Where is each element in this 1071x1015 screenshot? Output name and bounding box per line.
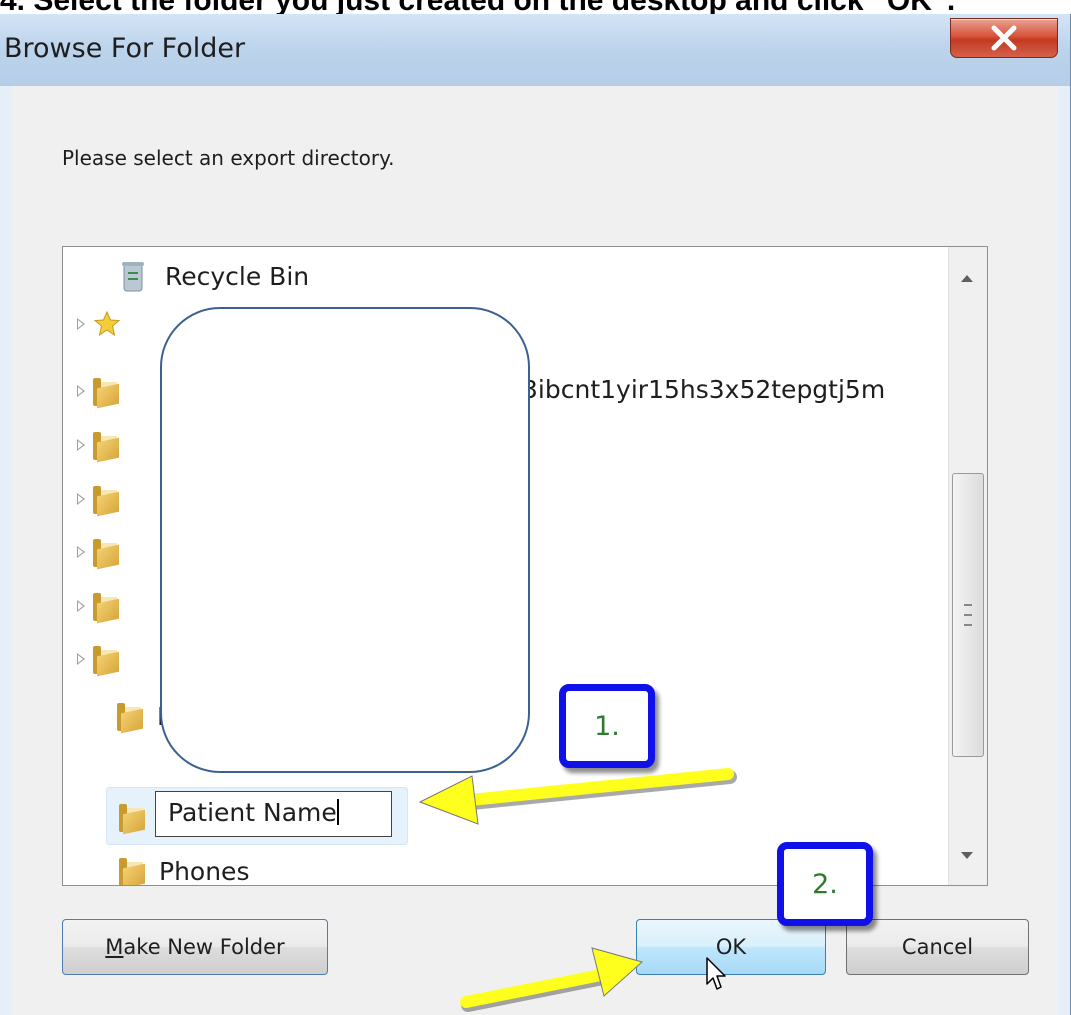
tree-item-patient-name[interactable] (119, 793, 159, 841)
step-1-label: 1. (594, 710, 620, 742)
step-2-label: 2. (812, 868, 838, 900)
dialog-prompt: Please select an export directory. (62, 146, 395, 170)
step-2-callout: 2. (777, 842, 873, 926)
folder-icon (93, 537, 119, 570)
tree-item-folder[interactable] (75, 582, 133, 630)
cancel-button[interactable]: Cancel (846, 919, 1029, 975)
scroll-down-arrow-icon[interactable] (961, 852, 973, 859)
scrollbar-thumb[interactable] (952, 473, 984, 757)
tree-item-folder[interactable]: s3ibcnt1yir15hs3x52tepgtj5m (75, 367, 885, 415)
expand-arrow-icon[interactable] (77, 439, 85, 451)
folder-icon (119, 856, 145, 885)
make-new-folder-label: ake New Folder (123, 935, 285, 959)
tree-item-label: Recycle Bin (165, 261, 310, 291)
dialog-title: Browse For Folder (4, 33, 246, 64)
rename-input-value: Patient Name (168, 798, 337, 827)
step-1-callout: 1. (559, 684, 655, 768)
arrow-to-folder-icon (418, 768, 737, 825)
tree-item-folder[interactable] (75, 421, 133, 469)
mouse-cursor-icon (706, 957, 726, 990)
tree-item-favorites[interactable] (75, 300, 121, 348)
tree-item-folder[interactable] (75, 475, 133, 523)
ok-button[interactable]: OK (636, 919, 826, 975)
arrow-to-ok-icon (460, 947, 644, 1012)
tree-item-label: s3ibcnt1yir15hs3x52tepgtj5m (509, 375, 886, 404)
dialog-titlebar[interactable]: Browse For Folder (0, 14, 1070, 86)
folder-icon (93, 591, 119, 624)
expand-arrow-icon[interactable] (77, 546, 85, 558)
expand-arrow-icon[interactable] (77, 385, 85, 397)
grip-icon (964, 604, 972, 626)
tree-item-phones[interactable]: Phones (119, 847, 250, 886)
recycle-bin-icon (122, 262, 144, 292)
scroll-up-arrow-icon[interactable] (961, 275, 973, 282)
folder-icon (93, 430, 119, 463)
folder-icon (93, 376, 119, 409)
tree-item-recycle-bin[interactable]: Recycle Bin (119, 252, 309, 300)
mnemonic-letter: M (105, 935, 124, 959)
close-icon (991, 25, 1017, 51)
text-caret (336, 799, 339, 825)
folder-icon (93, 644, 119, 677)
cancel-label: Cancel (901, 935, 974, 959)
tree-item-folder[interactable] (75, 528, 133, 576)
expand-arrow-icon[interactable] (77, 653, 85, 665)
vertical-scrollbar[interactable] (948, 247, 987, 885)
folder-icon (93, 484, 119, 517)
redaction-box (160, 307, 530, 773)
expand-arrow-icon[interactable] (77, 493, 85, 505)
expand-arrow-icon[interactable] (77, 600, 85, 612)
rename-folder-input[interactable]: Patient Name (155, 791, 392, 837)
tree-item-label: Phones (159, 856, 250, 886)
tree-item-folder[interactable] (75, 635, 133, 683)
make-new-folder-button[interactable]: Make New Folder (62, 919, 328, 975)
folder-icon (119, 802, 145, 835)
close-button[interactable] (950, 18, 1058, 58)
folder-icon (117, 701, 143, 734)
favorites-star-icon (93, 310, 121, 337)
expand-arrow-icon[interactable] (77, 318, 85, 330)
